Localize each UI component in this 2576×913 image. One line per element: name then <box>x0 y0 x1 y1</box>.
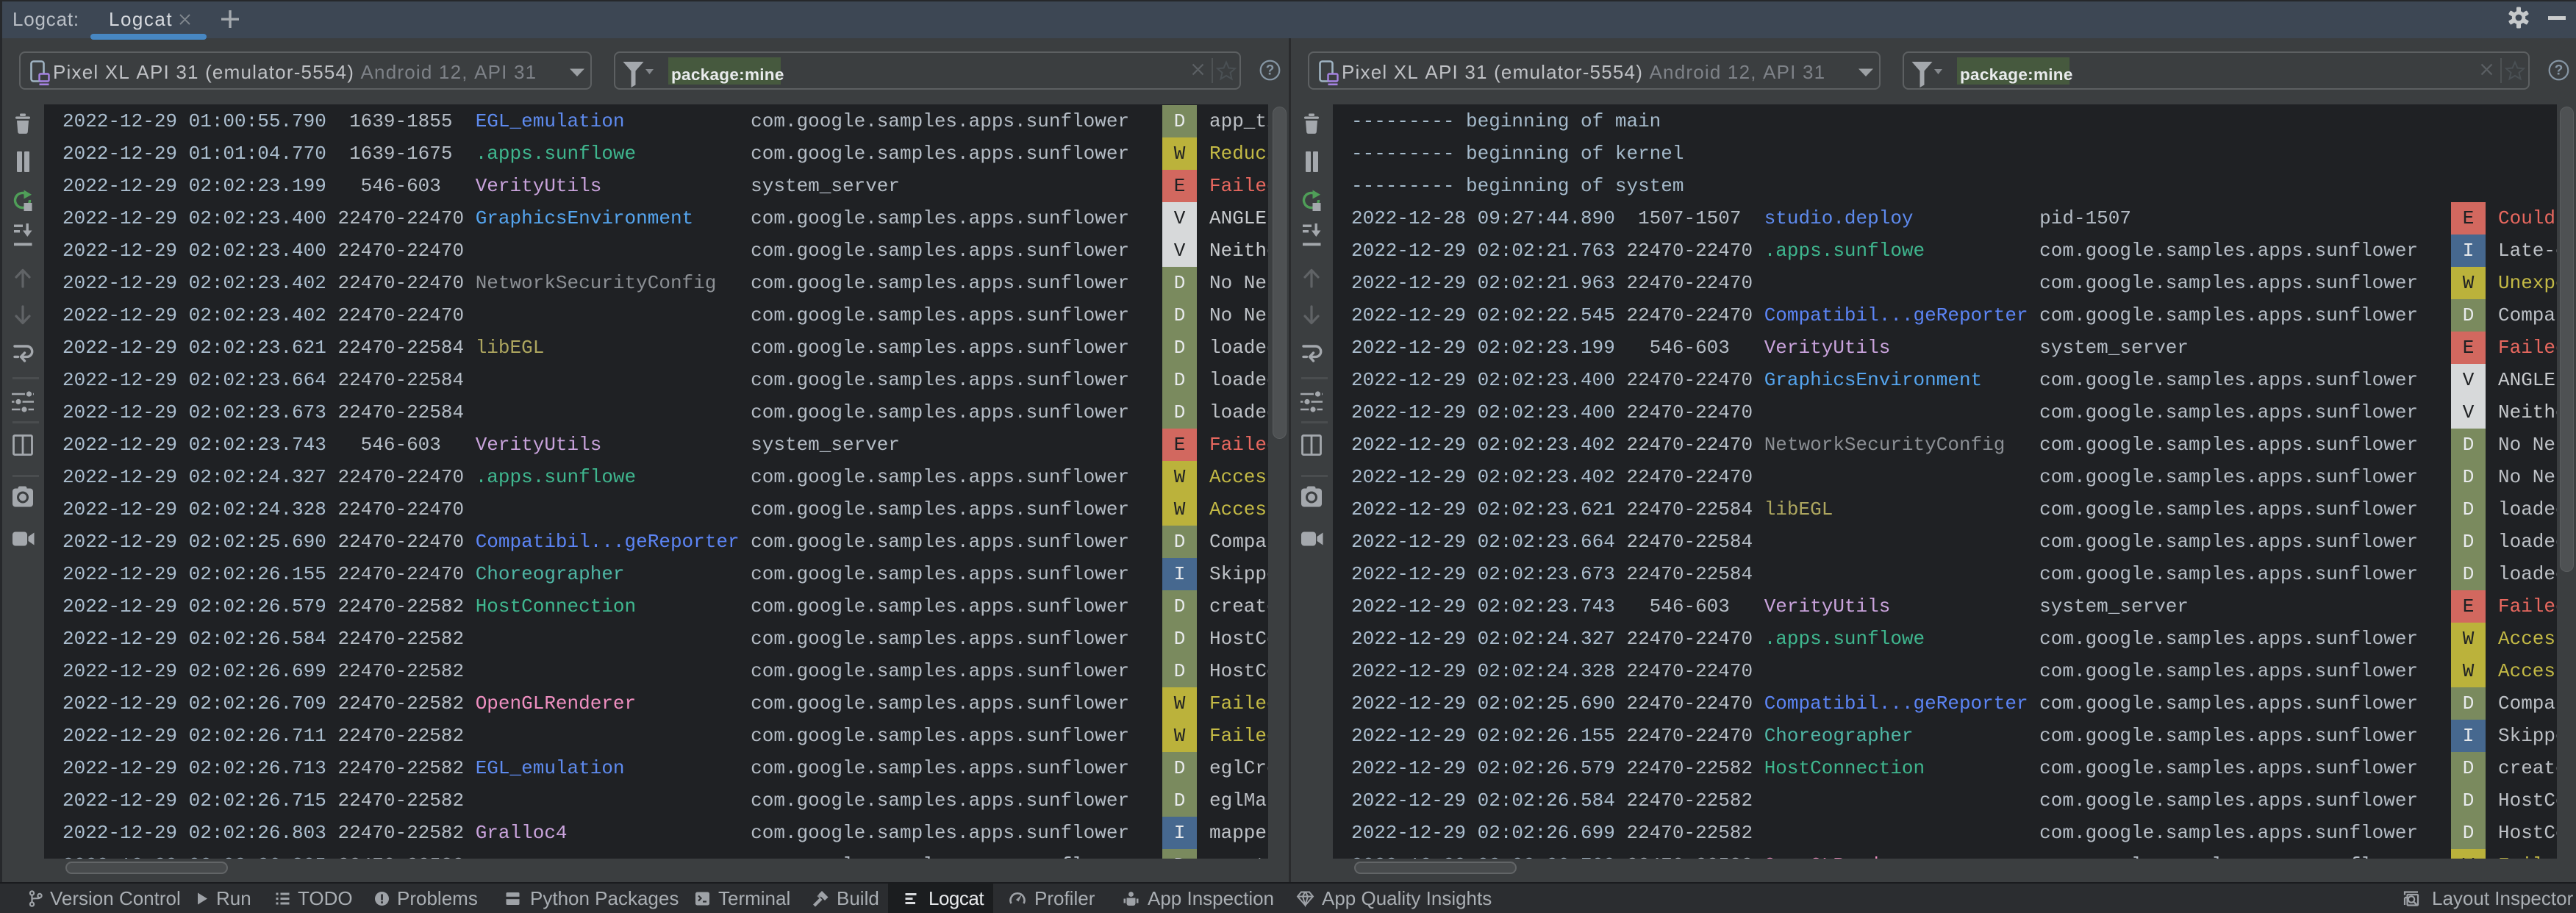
svg-text:?: ? <box>2555 63 2564 79</box>
svg-text:?: ? <box>1266 63 1275 79</box>
